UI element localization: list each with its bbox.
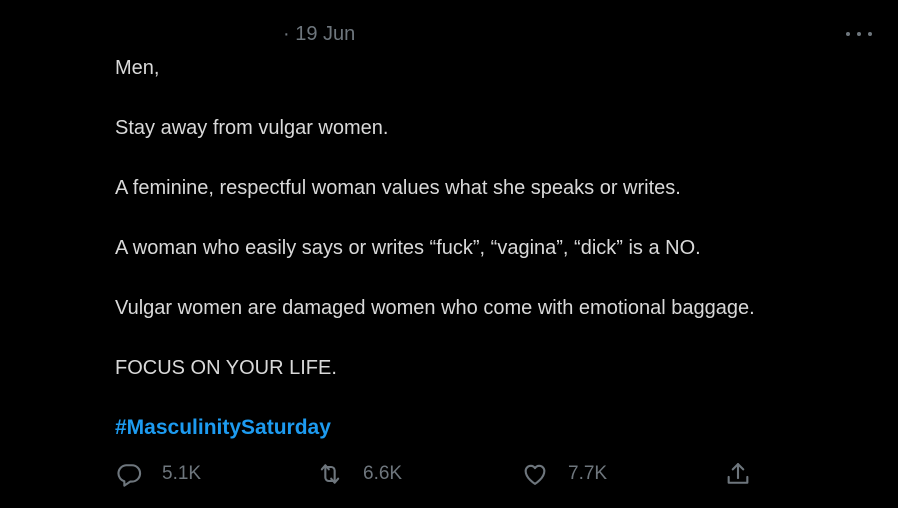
reply-button[interactable]: 5.1K [115,458,201,490]
tweet-line: Vulgar women are damaged women who come … [115,297,755,319]
retweet-icon [320,464,340,484]
reply-icon [117,464,142,487]
tweet-actions: 5.1K 6.6K 7.7K [0,458,898,490]
tweet-line: FOCUS ON YOUR LIFE. [115,357,337,379]
retweet-count: 6.6K [363,463,403,484]
tweet-line: Men, [115,57,160,79]
more-icon[interactable] [846,24,872,44]
tweet-date[interactable]: · 19 Jun [283,22,355,46]
tweet-line: Stay away from vulgar women. [115,117,389,139]
tweet-line: A woman who easily says or writes “fuck”… [115,237,701,259]
hashtag-link[interactable]: #MasculinitySaturday [115,415,875,441]
share-button[interactable] [724,458,752,490]
tweet: · 19 Jun Men, Stay away from vulgar wome… [0,0,898,508]
heart-icon [524,464,546,485]
tweet-text: Men, Stay away from vulgar women. A femi… [115,55,875,441]
reply-count: 5.1K [162,463,202,484]
like-count: 7.7K [568,463,608,484]
retweet-button[interactable]: 6.6K [316,458,402,490]
tweet-line: A feminine, respectful woman values what… [115,177,681,199]
share-icon [727,463,749,484]
like-button[interactable]: 7.7K [521,458,607,490]
